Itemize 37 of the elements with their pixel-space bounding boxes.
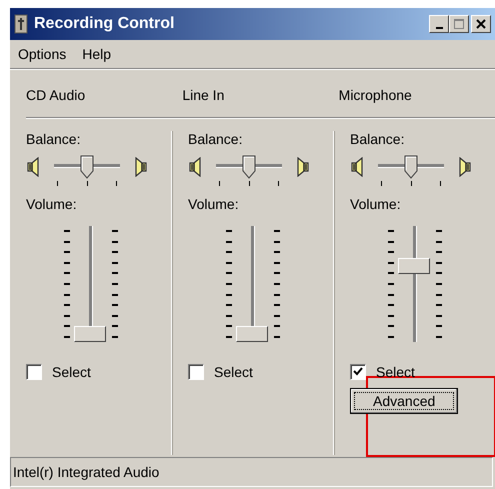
slider-thumb[interactable] (80, 155, 94, 179)
app-icon (14, 14, 28, 34)
volume-label: Volume: (350, 196, 402, 212)
volume-label: Volume: (26, 196, 78, 212)
balance-label: Balance: (350, 131, 406, 147)
status-bar: Intel(r) Integrated Audio (10, 457, 493, 487)
volume-slider[interactable] (74, 226, 108, 342)
balance-slider[interactable] (54, 155, 120, 179)
channel-name: Line In (182, 87, 226, 103)
select-checkbox[interactable] (350, 364, 366, 380)
select-label[interactable]: Select (52, 364, 91, 380)
balance-slider[interactable] (378, 155, 444, 179)
select-checkbox[interactable] (26, 364, 42, 380)
balance-label: Balance: (26, 131, 82, 147)
maximize-button[interactable] (449, 15, 469, 33)
channel-name: CD Audio (26, 87, 86, 103)
balance-label: Balance: (188, 131, 244, 147)
maximize-icon (454, 19, 464, 29)
balance-slider[interactable] (216, 155, 282, 179)
menu-item[interactable]: Options (18, 46, 66, 62)
close-icon (476, 19, 486, 29)
volume-label: Volume: (188, 196, 240, 212)
select-label[interactable]: Select (214, 364, 253, 380)
advanced-button[interactable]: Advanced (350, 388, 458, 414)
menu-item[interactable]: Help (82, 46, 112, 62)
select-label[interactable]: Select (376, 364, 415, 380)
window-title: Recording Control (34, 15, 176, 33)
channel-name: Microphone (338, 87, 413, 103)
slider-thumb[interactable] (404, 155, 418, 179)
minimize-button[interactable] (429, 15, 449, 33)
volume-slider[interactable] (398, 226, 432, 342)
select-checkbox[interactable] (188, 364, 204, 380)
minimize-icon (436, 26, 442, 28)
volume-slider[interactable] (236, 226, 270, 342)
slider-thumb[interactable] (242, 155, 256, 179)
close-button[interactable] (471, 15, 491, 33)
check-icon (353, 367, 363, 377)
